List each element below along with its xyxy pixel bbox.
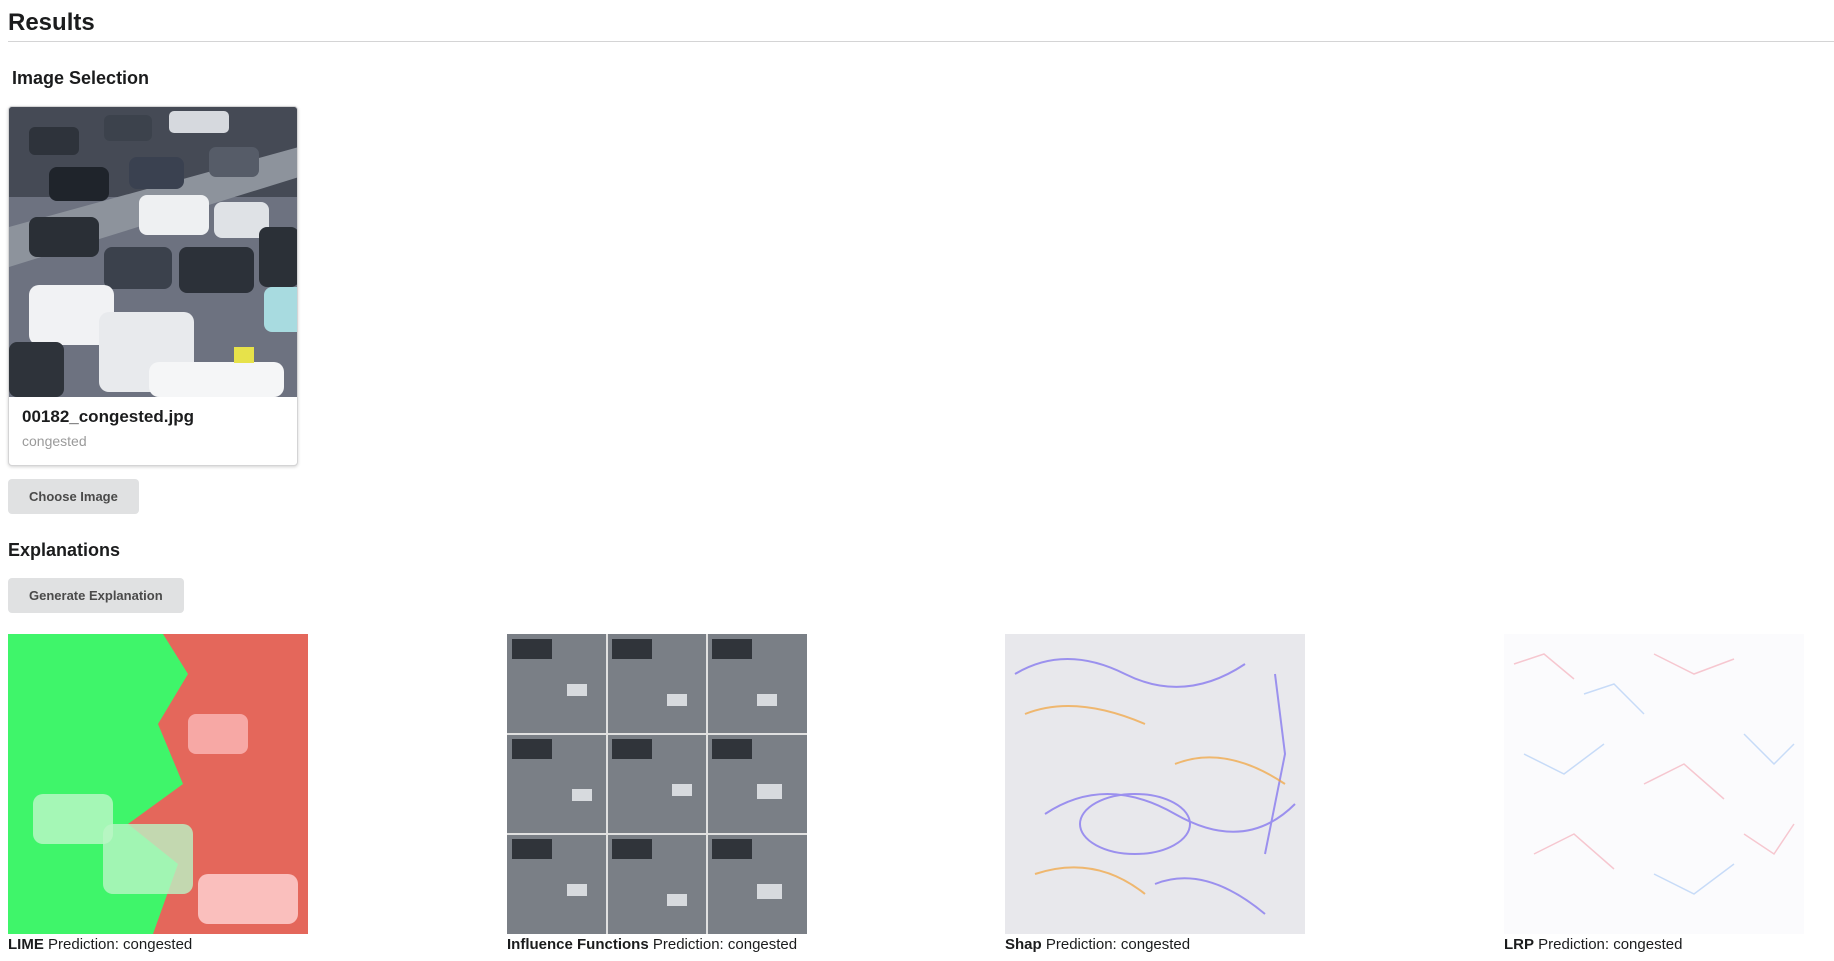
shap-method-label: Shap [1005,936,1042,953]
influence-grid [507,634,807,934]
lime-caption: LIME Prediction: congested [8,936,408,953]
influence-prediction: Prediction: congested [652,936,798,953]
explanation-lrp: LRP Prediction: congested [1504,634,1834,953]
selected-image-card[interactable]: 00182_congested.jpg congested [8,106,298,466]
page-header: Results [8,6,1834,42]
lime-prediction: Prediction: congested [48,936,193,953]
influence-caption: Influence Functions Prediction: congeste… [507,936,907,953]
lrp-heatmap [1504,634,1804,934]
page-title: Results [8,9,95,36]
explanation-shap: Shap Prediction: congested [1005,634,1405,953]
image-selection-title: Image Selection [12,68,150,88]
lime-heatmap [8,634,308,934]
lrp-prediction: Prediction: congested [1538,936,1683,953]
image-filename: 00182_congested.jpg [22,407,194,426]
explanations-title: Explanations [8,540,121,560]
shap-heatmap [1005,634,1305,934]
generate-explanation-button[interactable]: Generate Explanation [8,578,184,613]
choose-image-button[interactable]: Choose Image [8,479,139,514]
image-label: congested [22,433,87,449]
traffic-photo [9,107,297,397]
shap-prediction: Prediction: congested [1045,936,1191,953]
lime-method-label: LIME [8,936,44,953]
explanation-lime: LIME Prediction: congested [8,634,408,953]
influence-method-label: Influence Functions [507,936,649,953]
shap-caption: Shap Prediction: congested [1005,936,1405,953]
lrp-method-label: LRP [1504,936,1534,953]
explanation-influence-functions: Influence Functions Prediction: congeste… [507,634,907,953]
lrp-caption: LRP Prediction: congested [1504,936,1834,953]
